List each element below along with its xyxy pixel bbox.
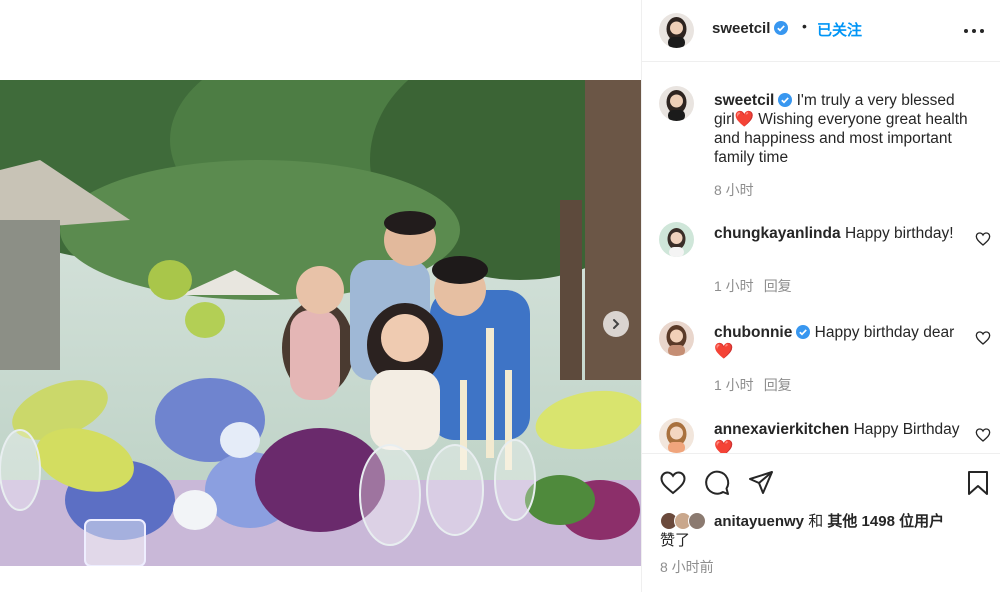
chevron-right-icon bbox=[613, 319, 620, 329]
reply-button[interactable]: 回复 bbox=[764, 377, 792, 393]
comment-username[interactable]: chubonnie bbox=[714, 324, 792, 341]
avatar[interactable] bbox=[659, 86, 694, 121]
bookmark-icon[interactable] bbox=[964, 469, 992, 497]
caption-time: 8 小时 bbox=[714, 182, 754, 198]
comment-meta: 1 小时 回复 bbox=[714, 276, 792, 296]
comment-text: chungkayanlinda Happy birthday! bbox=[714, 224, 974, 243]
like-connector: 和 bbox=[808, 513, 824, 530]
verified-badge-icon bbox=[796, 325, 811, 339]
follow-status-button[interactable]: 已关注 bbox=[817, 19, 862, 40]
share-icon[interactable] bbox=[747, 469, 775, 497]
verified-badge-icon bbox=[778, 93, 793, 107]
post-photo[interactable] bbox=[0, 80, 641, 566]
post-header: sweetcil • 已关注 bbox=[642, 0, 1000, 62]
avatar bbox=[688, 512, 706, 530]
caption-text: sweetcil I'm truly a very blessed girl❤️… bbox=[714, 91, 974, 167]
comment-body: Happy birthday! bbox=[844, 225, 954, 242]
caption-username[interactable]: sweetcil bbox=[714, 92, 774, 109]
post-actions: anitayuenwy 和 其他 1498 位用户 赞了 8 小时前 bbox=[642, 453, 1000, 592]
heart-icon[interactable] bbox=[659, 469, 687, 497]
avatar[interactable] bbox=[659, 321, 694, 356]
post-time: 8 小时前 bbox=[660, 559, 714, 575]
heart-icon[interactable] bbox=[975, 330, 991, 346]
heart-icon[interactable] bbox=[975, 231, 991, 247]
like-others-link[interactable]: 其他 1498 位用户 bbox=[827, 513, 944, 530]
verified-badge-icon bbox=[774, 21, 789, 35]
comment-meta: 1 小时 回复 bbox=[714, 375, 792, 395]
heart-icon[interactable] bbox=[975, 427, 991, 443]
like-suffix: 赞了 bbox=[660, 532, 691, 549]
media-pane bbox=[0, 0, 641, 592]
comments-list[interactable]: sweetcil I'm truly a very blessed girl❤️… bbox=[642, 63, 1000, 453]
like-summary: anitayuenwy 和 其他 1498 位用户 赞了 bbox=[660, 512, 990, 550]
comment-text: chubonnie Happy birthday dear ❤️ bbox=[714, 323, 974, 361]
comment-time: 1 小时 bbox=[714, 278, 754, 294]
comment-text: annexavierkitchen Happy Birthday ❤️ bbox=[714, 420, 974, 453]
avatar[interactable] bbox=[659, 418, 694, 453]
avatar[interactable] bbox=[659, 13, 694, 48]
liker-avatars[interactable] bbox=[660, 512, 710, 530]
comment-time: 1 小时 bbox=[714, 377, 754, 393]
username-text[interactable]: sweetcil bbox=[712, 20, 770, 37]
more-icon[interactable] bbox=[962, 20, 986, 42]
next-photo-button[interactable] bbox=[603, 311, 629, 337]
reply-button[interactable]: 回复 bbox=[764, 278, 792, 294]
separator-dot: • bbox=[802, 18, 807, 34]
avatar[interactable] bbox=[659, 222, 694, 257]
comment-username[interactable]: chungkayanlinda bbox=[714, 225, 841, 242]
post-side-panel: sweetcil • 已关注 sweetcil I'm truly a very… bbox=[641, 0, 1000, 592]
comment-username[interactable]: annexavierkitchen bbox=[714, 421, 849, 438]
comment-icon[interactable] bbox=[703, 469, 731, 497]
like-first-user[interactable]: anitayuenwy bbox=[714, 513, 804, 530]
header-username[interactable]: sweetcil bbox=[712, 20, 789, 37]
